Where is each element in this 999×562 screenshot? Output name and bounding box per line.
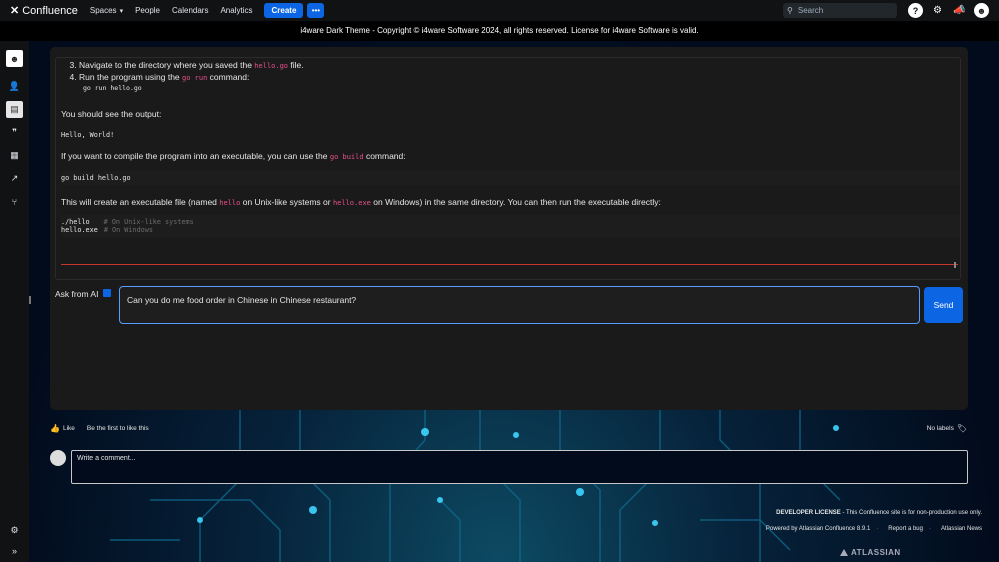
labels-area[interactable]: No labels 🏷 [927,424,967,433]
page-icon[interactable]: ▤ [6,101,23,118]
build-command: go build hello.go [61,171,960,185]
nav-analytics-label: Analytics [220,6,253,15]
footer-links: Powered by Atlassian Confluence 8.9.1 · Re… [756,526,982,532]
step4-text-end: command: [207,72,250,82]
ask-from-ai-label: Ask from AI [55,289,99,299]
footer: DEVELOPER LICENSE - This Confluence site… [756,510,982,532]
ask-from-ai-checkbox[interactable] [103,289,111,297]
separator-dot: · [876,526,879,532]
run1-cmd: ./hello [61,218,90,226]
thumbs-up-icon: 👍 [50,424,60,433]
top-navigation: ✕ Confluence Spaces ▾ People Calendars A… [0,0,999,21]
powered-by-link[interactable]: Powered by Atlassian Confluence 8.9.1 [766,526,870,532]
sidebar-resize-handle[interactable] [29,296,33,304]
run2-comment: # On Windows [103,226,153,234]
executable-text: This will create an executable file (nam… [61,197,960,207]
search-placeholder: Search [797,6,824,15]
atlassian-logo-icon [840,549,848,556]
atlassian-news-link[interactable]: Atlassian News [941,526,982,532]
license-rest: - This Confluence site is for non-produc… [840,510,982,516]
person-icon[interactable]: 👤 [6,78,23,95]
nav-calendars-label: Calendars [172,6,209,15]
nav-spaces[interactable]: Spaces ▾ [90,6,123,15]
separator-dot: · [928,526,931,532]
logo-text: Confluence [22,4,78,17]
comment-avatar [50,450,66,466]
run-command: go run hello.go [83,84,142,92]
step3-text-end: file. [288,60,304,70]
compile-code: go build [329,153,364,161]
exec-text-start: This will create an executable file (nam… [61,197,220,207]
content-scrollbar[interactable] [954,262,956,268]
comment-input[interactable]: Write a comment... [71,450,968,484]
run2-cmd: hello.exe [61,226,98,234]
compile-text: If you want to compile the program into … [61,151,960,161]
run1-comment: # On Unix-like systems [103,218,194,226]
confluence-logo-icon: ✕ [10,5,20,17]
quote-icon[interactable]: ❞ [6,124,23,141]
divider-line [61,264,958,265]
send-button[interactable]: Send [924,287,963,323]
top-right-icons: ? ⚙ 📣 ☻ [908,3,989,18]
create-button[interactable]: Create [264,3,304,18]
like-button[interactable]: 👍 Like [50,424,75,433]
nav-analytics[interactable]: Analytics [220,6,252,15]
exec-text-mid: on Unix-like systems or [240,197,333,207]
report-bug-link[interactable]: Report a bug [888,526,923,532]
exec-code-hello-exe: hello.exe [332,199,371,207]
gear-icon[interactable]: ⚙ [930,3,945,18]
license-notice: DEVELOPER LICENSE - This Confluence site… [756,510,982,516]
analytics-icon[interactable]: ↗ [6,170,23,187]
like-status-text: Be the first to like this [86,425,149,432]
output-code: Hello, World! [61,131,115,139]
run-line-windows: hello.exe # On Windows [61,226,960,234]
ai-chat-panel: Navigate to the directory where you save… [50,47,968,410]
step3-text: Navigate to the directory where you save… [79,60,255,70]
user-avatar-icon[interactable]: ☻ [974,3,989,18]
atlassian-logo: ATLASSIAN [840,548,901,557]
settings-icon[interactable]: ⚙ [6,522,23,539]
like-label: Like [62,425,75,432]
nav-calendars[interactable]: Calendars [172,6,208,15]
license-bold: DEVELOPER LICENSE [776,510,841,516]
expand-icon[interactable]: » [6,542,23,559]
step3-code: hello.go [254,62,289,70]
tag-icon: 🏷 [956,424,967,433]
steps-list: Navigate to the directory where you save… [79,60,960,82]
like-row: 👍 Like Be the first to like this [50,424,149,433]
step4-text: Run the program using the [79,72,183,82]
run-commands-block: ./hello # On Unix-like systems hello.exe #… [61,215,960,237]
exec-text-end: on Windows) in the same directory. You c… [370,197,661,207]
tree-icon[interactable]: ⑂ [6,193,23,210]
atlassian-logo-text: ATLASSIAN [851,548,901,557]
search-box[interactable]: ⚲ Search [783,3,897,18]
chevron-down-icon: ▾ [119,7,124,15]
nav-people[interactable]: People [135,6,160,15]
step4-code: go run [182,74,208,82]
compile-text-start: If you want to compile the program into … [61,151,330,161]
no-labels-text: No labels [926,425,954,432]
nav-spaces-label: Spaces [89,6,117,15]
space-avatar-icon[interactable]: ☻ [6,50,23,67]
more-create-button[interactable]: ••• [307,3,325,18]
ai-response-content: Navigate to the directory where you save… [55,57,961,280]
see-output-text: You should see the output: [61,109,162,119]
ai-prompt-input[interactable]: Can you do me food order in Chinese in C… [119,286,920,324]
nav-people-label: People [135,6,160,15]
run-line-unix: ./hello # On Unix-like systems [61,218,960,226]
step-4: Run the program using the go run command… [79,72,960,82]
calendar-icon[interactable]: ▦ [6,147,23,164]
step-3: Navigate to the directory where you save… [79,60,960,70]
compile-text-end: command: [363,151,406,161]
confluence-logo[interactable]: ✕ Confluence [10,4,78,18]
exec-code-hello: hello [219,199,241,207]
help-icon[interactable]: ? [908,3,923,18]
license-banner: i4ware Dark Theme - Copyright © i4ware S… [0,21,999,41]
left-sidebar: ☻ 👤 ▤ ❞ ▦ ↗ ⑂ ⚙ » [0,41,29,562]
megaphone-icon[interactable]: 📣 [952,3,967,18]
search-icon: ⚲ [787,6,793,15]
